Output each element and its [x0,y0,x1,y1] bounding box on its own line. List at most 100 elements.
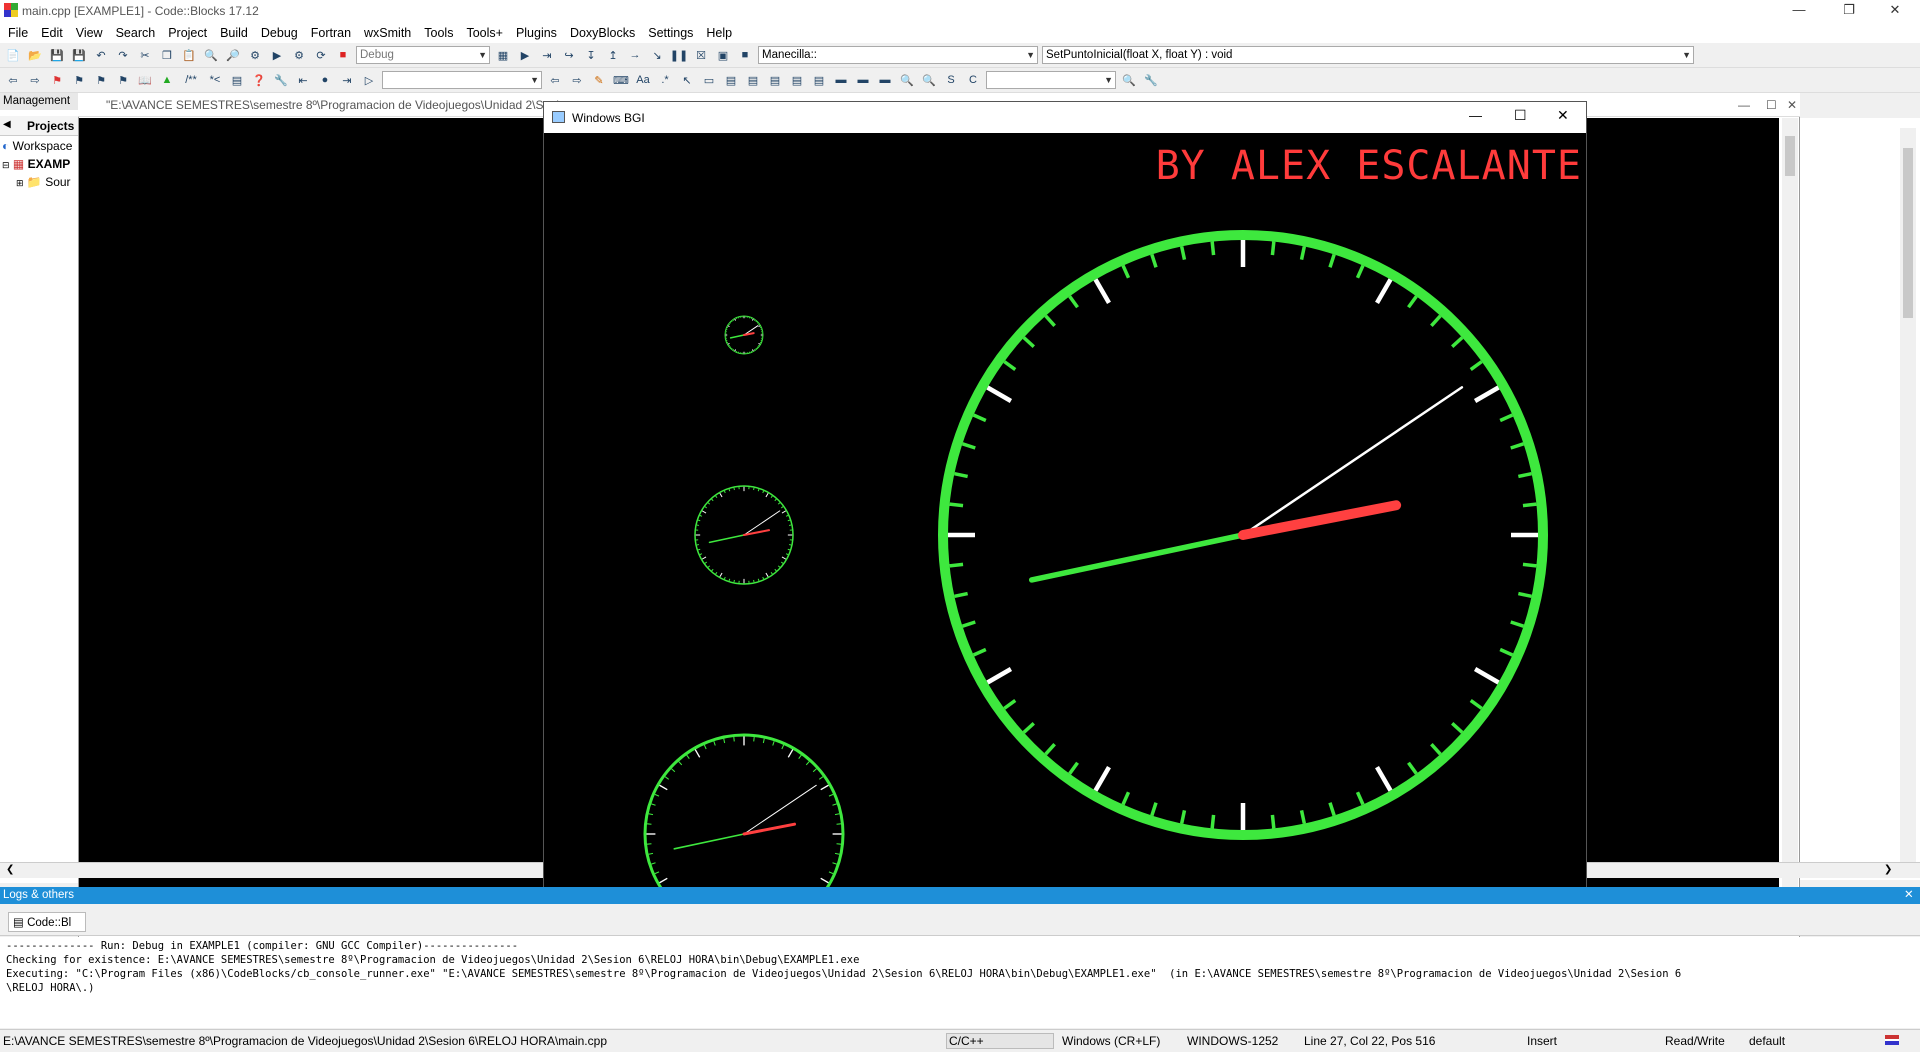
next-bookmark-icon[interactable]: ⚑ [92,71,110,89]
editor-vscroll-thumb[interactable] [1903,148,1913,318]
doxy-wizard-icon[interactable]: 📖 [136,71,154,89]
box3-icon[interactable]: ▬ [876,71,894,89]
cut-icon[interactable]: ✂ [136,46,154,64]
stop-debug-icon[interactable]: ☒ [692,46,710,64]
pause-icon[interactable]: ❚❚ [670,46,688,64]
jump-forward-icon[interactable]: ⇥ [338,71,356,89]
back-arrow-icon[interactable]: ⇦ [4,71,22,89]
debug-windows-icon[interactable]: ▣ [714,46,732,64]
workspace-node[interactable]: ◐ Workspace [2,139,72,153]
bgi-minimize-icon[interactable]: — [1469,108,1482,123]
menu-settings[interactable]: Settings [648,26,693,40]
target-settings-icon[interactable]: ▦ [494,46,512,64]
pointer-icon[interactable]: ↖ [678,71,696,89]
search-symbol-icon[interactable]: 🔍 [1120,71,1138,89]
html-doc-icon[interactable]: ▤ [228,71,246,89]
menu-tools[interactable]: Tools [424,26,453,40]
wrench-icon[interactable]: 🔧 [272,71,290,89]
restore-icon[interactable]: ❐ [1826,0,1872,22]
text-icon[interactable]: ▤ [744,71,762,89]
bgi-close-icon[interactable]: ✕ [1557,107,1569,124]
menu-plugins[interactable]: Plugins [516,26,557,40]
redo-icon[interactable]: ↷ [114,46,132,64]
editor-minimize-icon[interactable]: — [1738,93,1750,117]
doxy-extract-icon[interactable]: ▲ [158,71,176,89]
static-box-icon[interactable]: ▭ [700,71,718,89]
tab-scroll-left-icon[interactable]: ◀ [3,119,11,130]
code-completion-icon[interactable]: ▷ [360,71,378,89]
jump-back-icon[interactable]: ⇤ [294,71,312,89]
project-node[interactable]: ⊟ ▦ EXAMP [2,157,70,171]
rebuild-icon[interactable]: ⟳ [312,46,330,64]
bgi-maximize-icon[interactable]: ☐ [1514,107,1527,124]
step-into-icon[interactable]: ↧ [582,46,600,64]
close-icon[interactable]: ✕ [1872,0,1918,22]
menu-fortran[interactable]: Fortran [311,26,351,40]
match-case-icon[interactable]: Aa [634,71,652,89]
debug-info-icon[interactable]: ■ [736,46,754,64]
editor-vscroll[interactable] [1900,128,1916,868]
menu-doxyblocks[interactable]: DoxyBlocks [570,26,635,40]
prev-bookmark-icon[interactable]: ⚑ [70,71,88,89]
sources-node[interactable]: ⊞ 📁 Sour [16,175,71,189]
build-target-select[interactable]: Debug ▼ [356,46,490,64]
editor-maximize-icon[interactable]: ☐ [1766,93,1777,117]
step-out-icon[interactable]: ↥ [604,46,622,64]
c-icon[interactable]: C [964,71,982,89]
menu-tools-plus[interactable]: Tools+ [466,26,502,40]
menu-help[interactable]: Help [706,26,732,40]
zoom-out-icon[interactable]: 🔍 [920,71,938,89]
scope-select[interactable]: Manecilla:: ▼ [758,46,1038,64]
symbol-combo[interactable]: ▼ [986,71,1116,89]
menu-edit[interactable]: Edit [41,26,63,40]
abort-icon[interactable]: ■ [334,46,352,64]
menu-file[interactable]: File [8,26,28,40]
replace-icon[interactable]: 🔎 [224,46,242,64]
scrollbar-thumb[interactable] [1785,136,1795,176]
clear-bookmarks-icon[interactable]: ⚑ [114,71,132,89]
scroll-left-icon[interactable]: ❮ [6,864,14,875]
s-icon[interactable]: S [942,71,960,89]
minimize-icon[interactable]: — [1776,0,1822,22]
save-icon[interactable]: 💾 [48,46,66,64]
paste-icon[interactable]: 📋 [180,46,198,64]
find-icon[interactable]: 🔍 [202,46,220,64]
menu-project[interactable]: Project [168,26,207,40]
select-icon[interactable]: ⌨ [612,71,630,89]
next-line-icon[interactable]: ↪ [560,46,578,64]
find-next-icon[interactable]: ⇨ [568,71,586,89]
box-icon[interactable]: ▬ [832,71,850,89]
undo-icon[interactable]: ↶ [92,46,110,64]
menu-build[interactable]: Build [220,26,248,40]
highlight-icon[interactable]: ✎ [590,71,608,89]
chm-doc-icon[interactable]: ❓ [250,71,268,89]
open-file-icon[interactable]: 📂 [26,46,44,64]
scroll-right-icon[interactable]: ❯ [1884,864,1892,875]
run-to-cursor-icon[interactable]: ⇥ [538,46,556,64]
toggle-icon[interactable]: ● [316,71,334,89]
box2-icon[interactable]: ▬ [854,71,872,89]
menu-search[interactable]: Search [116,26,156,40]
tools-icon[interactable]: 🔧 [1142,71,1160,89]
tab-projects[interactable]: Projects [27,119,74,133]
panel-icon[interactable]: ▤ [766,71,784,89]
copy-icon[interactable]: ❐ [158,46,176,64]
line-comment-button[interactable]: *< [206,71,224,89]
run-icon[interactable]: ▶ [268,46,286,64]
block-comment-button[interactable]: /** [180,71,202,89]
function-select[interactable]: SetPuntoInicial(float X, float Y) : void… [1042,46,1694,64]
menu-view[interactable]: View [76,26,103,40]
build-gear-icon[interactable]: ⚙ [246,46,264,64]
bitmap-icon[interactable]: ▤ [722,71,740,89]
collapse-icon[interactable]: ⊟ [2,160,10,170]
step-instruction-icon[interactable]: ↘ [648,46,666,64]
expand-icon[interactable]: ⊞ [16,178,24,188]
bookmark-icon[interactable]: ⚑ [48,71,66,89]
editor-close-icon[interactable]: ✕ [1787,93,1797,117]
find-prev-icon[interactable]: ⇦ [546,71,564,89]
menu-wxsmith[interactable]: wxSmith [364,26,411,40]
grid-icon[interactable]: ▤ [810,71,828,89]
save-all-icon[interactable]: 💾 [70,46,88,64]
debug-start-icon[interactable]: ▶ [516,46,534,64]
new-file-icon[interactable]: 📄 [4,46,22,64]
